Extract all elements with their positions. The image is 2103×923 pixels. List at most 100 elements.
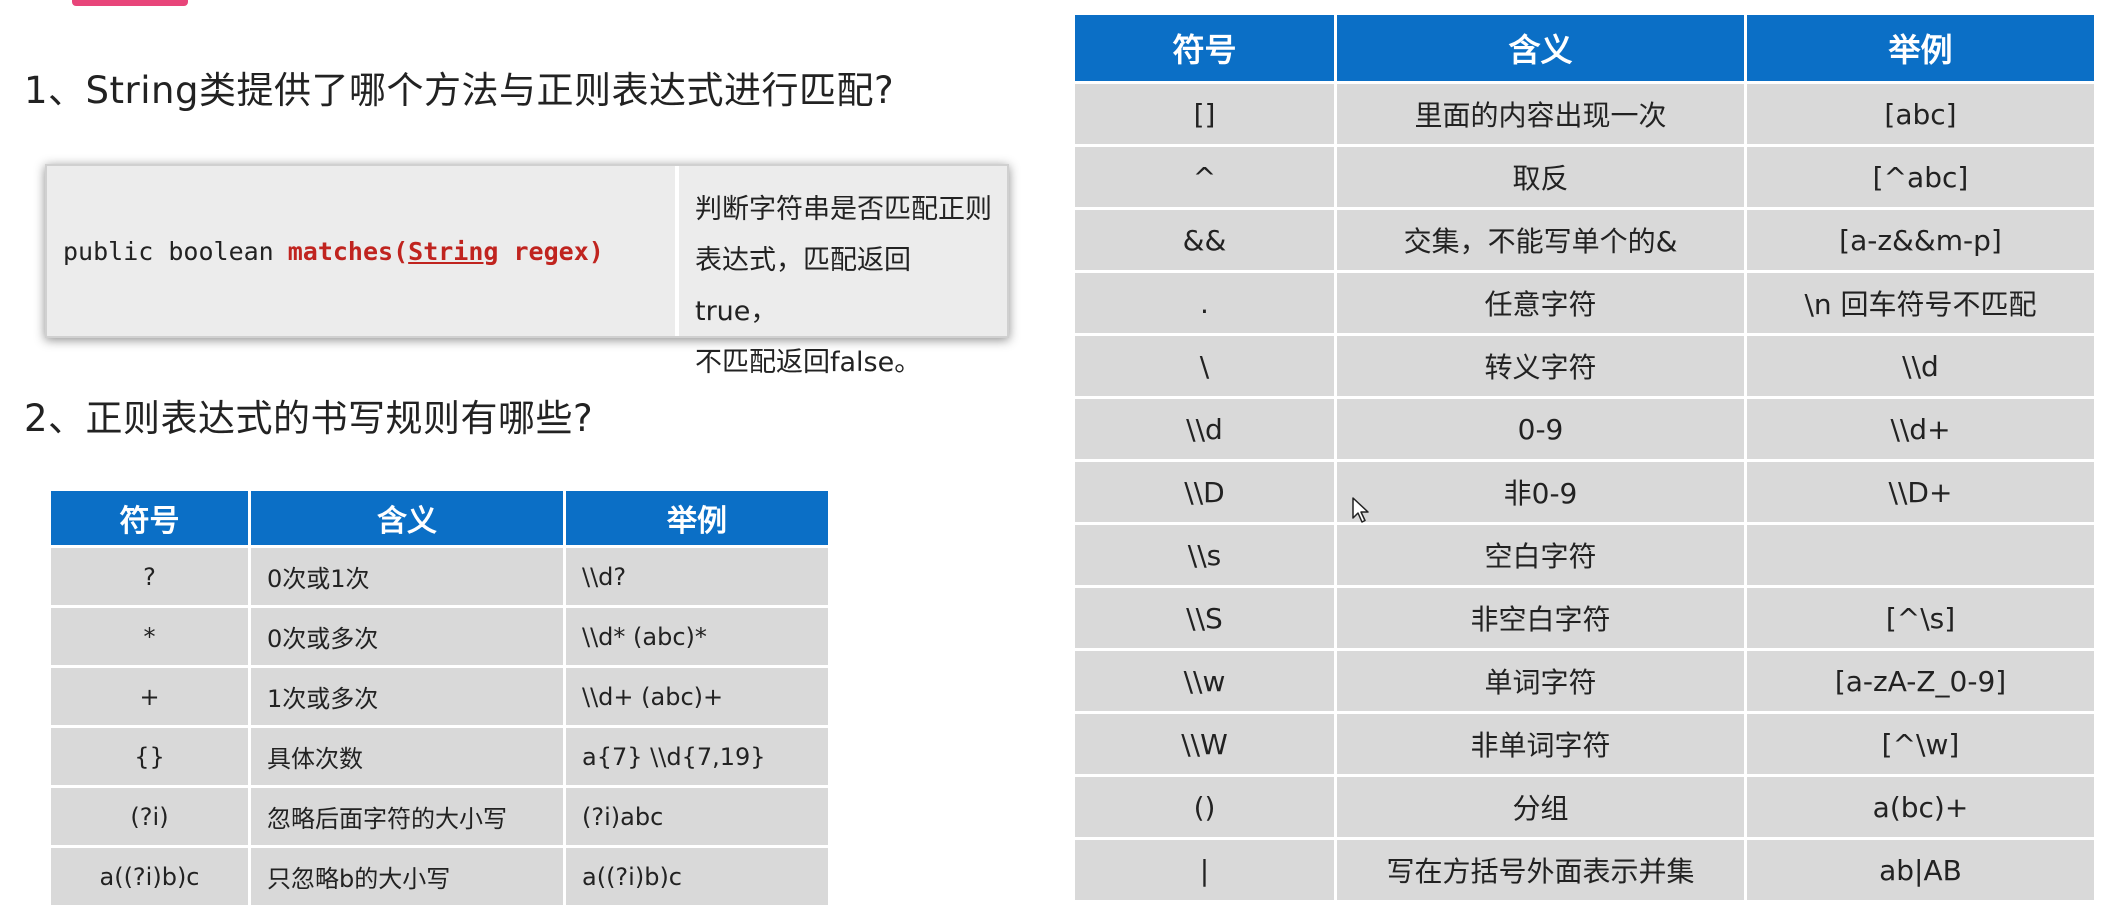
cell-meaning: 非0-9 — [1334, 459, 1747, 525]
cell-symbol: \\s — [1072, 522, 1337, 588]
method-description: 判断字符串是否匹配正则 表达式，匹配返回true， 不匹配返回false。 — [679, 166, 1007, 378]
cell-meaning: 0-9 — [1334, 396, 1747, 462]
cell-example: \\d+ (abc)+ — [563, 665, 831, 728]
table-row: {} 具体次数 a{7} \\d{7,19} — [48, 725, 831, 788]
cell-symbol: {} — [48, 725, 251, 788]
table-row: () 分组 a(bc)+ — [1072, 774, 2097, 840]
method-desc-line: 判断字符串是否匹配正则 — [695, 194, 992, 225]
cell-meaning: 0次或1次 — [248, 545, 566, 608]
mouse-pointer-icon — [1352, 497, 1369, 523]
table-header-row: 符号 含义 举例 — [1072, 12, 2097, 84]
cell-example: ab|AB — [1744, 837, 2097, 903]
cell-example: \n 回车符号不匹配 — [1744, 270, 2097, 336]
cell-symbol: a((?i)b)c — [48, 845, 251, 908]
cell-meaning: 只忽略b的大小写 — [248, 845, 566, 908]
method-signature: public boolean matches(String regex) — [47, 166, 675, 336]
cell-meaning: 取反 — [1334, 144, 1747, 210]
table-row: && 交集，不能写单个的& [a-z&&m-p] — [1072, 207, 2097, 273]
cell-meaning: 分组 — [1334, 774, 1747, 840]
cell-symbol: ? — [48, 545, 251, 608]
quantifier-rules-table: 符号 含义 举例 ? 0次或1次 \\d? * 0次或多次 \\d* (abc)* +1次或… — [48, 488, 831, 908]
cell-example: \\D+ — [1744, 459, 2097, 525]
table-row: \\w 单词字符 [a-zA-Z_0-9] — [1072, 648, 2097, 714]
table-row: \\d 0-9 \\d+ — [1072, 396, 2097, 462]
table-row: \\W 非单词字符 [^\w] — [1072, 711, 2097, 777]
cell-symbol: \\S — [1072, 585, 1337, 651]
cell-symbol: | — [1072, 837, 1337, 903]
cell-example: a{7} \\d{7,19} — [563, 725, 831, 788]
cell-meaning: 0次或多次 — [248, 605, 566, 668]
table-row: ^ 取反 [^abc] — [1072, 144, 2097, 210]
table-row: ? 0次或1次 \\d? — [48, 545, 831, 608]
cell-meaning: 写在方括号外面表示并集 — [1334, 837, 1747, 903]
method-desc-line: 不匹配返回false。 — [695, 347, 922, 378]
cell-example: a((?i)b)c — [563, 845, 831, 908]
cell-example: [abc] — [1744, 81, 2097, 147]
cell-meaning: 交集，不能写单个的& — [1334, 207, 1747, 273]
method-name-text: matches( — [287, 236, 409, 266]
cell-symbol: && — [1072, 207, 1337, 273]
cell-example: a(bc)+ — [1744, 774, 2097, 840]
method-param-rest: regex) — [498, 236, 604, 266]
character-class-rules-table: 符号 含义 举例 [] 里面的内容出现一次 [abc] ^ 取反 [^abc] && 交集，不… — [1072, 12, 2097, 903]
cell-example: \\d+ — [1744, 396, 2097, 462]
cell-example: [^\w] — [1744, 711, 2097, 777]
cell-meaning: 1次或多次 — [248, 665, 566, 728]
cell-symbol: + — [48, 665, 251, 728]
table-row: \\s 空白字符 — [1072, 522, 2097, 588]
header-meaning: 含义 — [1334, 12, 1747, 84]
cell-meaning: 忽略后面字符的大小写 — [248, 785, 566, 848]
cell-meaning: 里面的内容出现一次 — [1334, 81, 1747, 147]
method-desc-line: 表达式，匹配返回true， — [695, 245, 911, 327]
slide-corner-accent — [72, 0, 188, 6]
big-table-body: [] 里面的内容出现一次 [abc] ^ 取反 [^abc] && 交集，不能写单个的& [a-… — [1072, 81, 2097, 903]
cell-meaning: 具体次数 — [248, 725, 566, 788]
cell-symbol: [] — [1072, 81, 1337, 147]
cell-symbol: \\D — [1072, 459, 1337, 525]
header-example: 举例 — [1744, 12, 2097, 84]
cell-symbol: (?i) — [48, 785, 251, 848]
cell-example: [^\s] — [1744, 585, 2097, 651]
question-2-heading: 2、正则表达式的书写规则有哪些? — [24, 397, 594, 440]
cell-meaning: 转义字符 — [1334, 333, 1747, 399]
cell-symbol: \ — [1072, 333, 1337, 399]
cell-meaning: 单词字符 — [1334, 648, 1747, 714]
cell-symbol: \\w — [1072, 648, 1337, 714]
table-row: a((?i)b)c 只忽略b的大小写 a((?i)b)c — [48, 845, 831, 908]
cell-symbol: \\d — [1072, 396, 1337, 462]
table-row: (?i) 忽略后面字符的大小写 (?i)abc — [48, 785, 831, 848]
header-symbol: 符号 — [48, 488, 251, 548]
header-meaning: 含义 — [248, 488, 566, 548]
method-name: matches(String regex) — [288, 237, 604, 266]
table-row: . 任意字符 \n 回车符号不匹配 — [1072, 270, 2097, 336]
cell-symbol: ^ — [1072, 144, 1337, 210]
table-header-row: 符号 含义 举例 — [48, 488, 831, 548]
cell-example: [^abc] — [1744, 144, 2097, 210]
cell-symbol: . — [1072, 270, 1337, 336]
cell-meaning: 空白字符 — [1334, 522, 1747, 588]
table-row: \\D 非0-9 \\D+ — [1072, 459, 2097, 525]
small-table-body: ? 0次或1次 \\d? * 0次或多次 \\d* (abc)* +1次或多次 \\d+ (a… — [48, 545, 831, 908]
method-modifiers: public boolean — [63, 236, 274, 266]
header-example: 举例 — [563, 488, 831, 548]
cell-example: (?i)abc — [563, 785, 831, 848]
cell-meaning: 非空白字符 — [1334, 585, 1747, 651]
cell-example: \\d? — [563, 545, 831, 608]
cell-example: [a-zA-Z_0-9] — [1744, 648, 2097, 714]
cell-symbol: () — [1072, 774, 1337, 840]
method-signature-box: public boolean matches(String regex) 判断字… — [45, 164, 1009, 378]
cell-example: \\d — [1744, 333, 2097, 399]
question-1-heading: 1、String类提供了哪个方法与正则表达式进行匹配? — [24, 69, 895, 112]
table-row: +1次或多次 \\d+ (abc)+ — [48, 665, 831, 728]
cell-meaning: 任意字符 — [1334, 270, 1747, 336]
cell-example: \\d* (abc)* — [563, 605, 831, 668]
cell-symbol: * — [48, 605, 251, 668]
cell-example: [a-z&&m-p] — [1744, 207, 2097, 273]
table-row: [] 里面的内容出现一次 [abc] — [1072, 81, 2097, 147]
table-row: \ 转义字符 \\d — [1072, 333, 2097, 399]
cell-example — [1744, 522, 2097, 588]
table-row: | 写在方括号外面表示并集 ab|AB — [1072, 837, 2097, 903]
method-param-type: String — [408, 236, 499, 266]
table-row: \\S 非空白字符 [^\s] — [1072, 585, 2097, 651]
table-row: * 0次或多次 \\d* (abc)* — [48, 605, 831, 668]
